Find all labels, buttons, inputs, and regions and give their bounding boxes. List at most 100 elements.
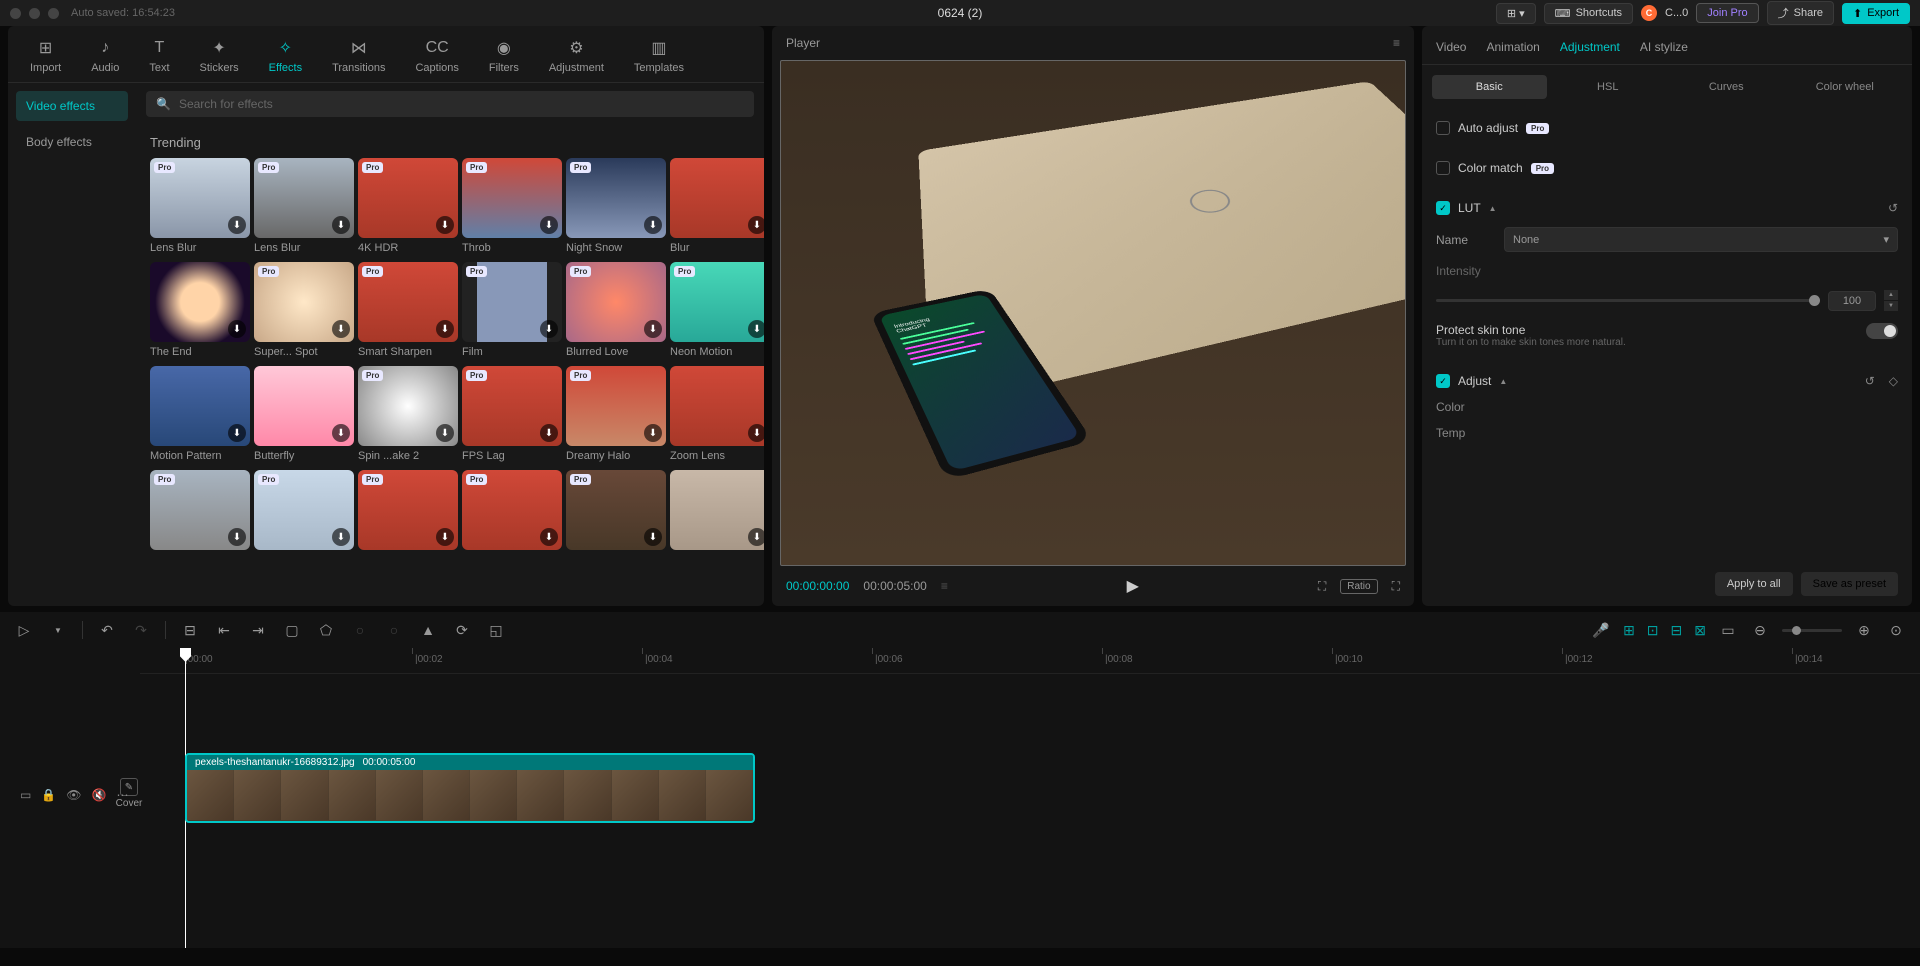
effect-item[interactable]: Pro⬇Film — [462, 262, 562, 358]
effect-item[interactable]: Pro⬇ — [462, 470, 562, 554]
intensity-value[interactable]: 100 — [1828, 291, 1876, 311]
effect-item[interactable]: Pro⬇Lens Blur — [254, 158, 354, 254]
tab-templates[interactable]: ▥Templates — [622, 34, 696, 82]
fullscreen-icon[interactable]: ⛶ — [1392, 579, 1400, 594]
tab-transitions[interactable]: ⋈Transitions — [320, 34, 397, 82]
effect-item[interactable]: ⬇Motion Pattern — [150, 366, 250, 462]
download-icon[interactable]: ⬇ — [748, 216, 764, 234]
tl-more-icon[interactable]: ⋯ — [116, 788, 128, 802]
effect-item[interactable]: Pro⬇ — [254, 470, 354, 554]
sub-tab-hsl[interactable]: HSL — [1551, 75, 1666, 99]
download-icon[interactable]: ⬇ — [332, 320, 350, 338]
fit-icon[interactable]: ⊙ — [1886, 622, 1906, 639]
delete-tool[interactable]: ▢ — [282, 622, 302, 639]
preview-icon[interactable]: ▭ — [1718, 622, 1738, 639]
player-viewport[interactable]: IntroducingChatGPT — [780, 60, 1406, 566]
download-icon[interactable]: ⬇ — [332, 216, 350, 234]
layout-button[interactable]: ⊞ ▾ — [1496, 3, 1536, 24]
selection-dropdown[interactable]: ▼ — [48, 626, 68, 635]
zoom-out-icon[interactable]: ⊖ — [1750, 622, 1770, 639]
selection-tool[interactable]: ▷ — [14, 622, 34, 639]
effect-item[interactable]: Pro⬇FPS Lag — [462, 366, 562, 462]
download-icon[interactable]: ⬇ — [644, 424, 662, 442]
sub-tab-basic[interactable]: Basic — [1432, 75, 1547, 99]
effect-item[interactable]: ⬇ — [670, 470, 764, 554]
shortcuts-button[interactable]: ⌨ Shortcuts — [1544, 3, 1633, 24]
sidebar-item-video-effects[interactable]: Video effects — [16, 91, 128, 121]
intensity-stepper[interactable]: ▲▼ — [1884, 290, 1898, 311]
tab-text[interactable]: TText — [137, 34, 181, 82]
download-icon[interactable]: ⬇ — [228, 216, 246, 234]
auto-adjust-row[interactable]: Auto adjust Pro — [1436, 115, 1898, 141]
download-icon[interactable]: ⬇ — [644, 320, 662, 338]
snap-icon-3[interactable]: ⊟ — [1671, 622, 1683, 639]
save-preset-button[interactable]: Save as preset — [1801, 572, 1898, 596]
download-icon[interactable]: ⬇ — [748, 320, 764, 338]
download-icon[interactable]: ⬇ — [332, 424, 350, 442]
inspector-tab-animation[interactable]: Animation — [1486, 36, 1539, 64]
effect-item[interactable]: Pro⬇Super... Spot — [254, 262, 354, 358]
tab-stickers[interactable]: ✦Stickers — [188, 34, 251, 82]
effect-item[interactable]: Pro⬇ — [358, 470, 458, 554]
download-icon[interactable]: ⬇ — [644, 528, 662, 546]
adjust-header[interactable]: ✓ Adjust ▲ ↺ ◇ — [1436, 368, 1898, 394]
tab-audio[interactable]: ♪Audio — [79, 34, 131, 82]
effect-item[interactable]: Pro⬇4K HDR — [358, 158, 458, 254]
effect-item[interactable]: ⬇Butterfly — [254, 366, 354, 462]
protect-toggle[interactable] — [1866, 323, 1898, 339]
download-icon[interactable]: ⬇ — [228, 424, 246, 442]
search-input[interactable]: 🔍 Search for effects — [146, 91, 754, 117]
tab-adjustment[interactable]: ⚙Adjustment — [537, 34, 616, 82]
download-icon[interactable]: ⬇ — [436, 320, 454, 338]
tab-effects[interactable]: ✧Effects — [257, 34, 314, 82]
rotate-tool[interactable]: ⟳ — [452, 622, 472, 639]
redo-button[interactable]: ↷ — [131, 622, 151, 639]
sub-tab-color-wheel[interactable]: Color wheel — [1788, 75, 1903, 99]
mirror-tool[interactable]: ▲ — [418, 622, 438, 638]
tab-import[interactable]: ⊞Import — [18, 34, 73, 82]
marker-tool[interactable]: ⬠ — [316, 622, 336, 639]
ratio-button[interactable]: Ratio — [1340, 579, 1377, 594]
sub-tab-curves[interactable]: Curves — [1669, 75, 1784, 99]
tl-lock2-icon[interactable]: 🔒 — [41, 788, 56, 802]
download-icon[interactable]: ⬇ — [540, 424, 558, 442]
lut-checkbox[interactable]: ✓ — [1436, 201, 1450, 215]
sidebar-item-body-effects[interactable]: Body effects — [16, 127, 128, 157]
lut-header[interactable]: ✓ LUT ▲ ↺ — [1436, 195, 1898, 221]
reset-icon[interactable]: ↺ — [1865, 374, 1875, 388]
zoom-in-icon[interactable]: ⊕ — [1854, 622, 1874, 639]
download-icon[interactable]: ⬇ — [540, 320, 558, 338]
tl-lock-icon[interactable]: ▭ — [20, 788, 31, 802]
tab-filters[interactable]: ◉Filters — [477, 34, 531, 82]
snap-icon-1[interactable]: ⊞ — [1623, 622, 1635, 639]
snap-icon-2[interactable]: ⊡ — [1647, 622, 1659, 639]
inspector-tab-video[interactable]: Video — [1436, 36, 1466, 64]
download-icon[interactable]: ⬇ — [228, 320, 246, 338]
player-menu-icon[interactable]: ≡ — [1393, 36, 1400, 50]
effect-item[interactable]: Pro⬇Night Snow — [566, 158, 666, 254]
effect-item[interactable]: Pro⬇Smart Sharpen — [358, 262, 458, 358]
timeline-clip[interactable]: pexels-theshantanukr-16689312.jpg 00:00:… — [185, 753, 755, 823]
color-match-row[interactable]: Color match Pro — [1436, 155, 1898, 181]
play-button[interactable]: ▶ — [1127, 576, 1139, 596]
auto-adjust-checkbox[interactable] — [1436, 121, 1450, 135]
effect-item[interactable]: Pro⬇Blurred Love — [566, 262, 666, 358]
adjust-checkbox[interactable]: ✓ — [1436, 374, 1450, 388]
join-pro-button[interactable]: Join Pro — [1696, 3, 1758, 23]
levels-icon[interactable]: ≡ — [941, 579, 948, 593]
download-icon[interactable]: ⬇ — [540, 528, 558, 546]
inspector-tab-adjustment[interactable]: Adjustment — [1560, 36, 1620, 64]
export-button[interactable]: ⬆ Export — [1842, 3, 1910, 24]
timeline[interactable]: ▭ 🔒 👁 🔇 ⋯ ✎ Cover |00:00|00:02|00:04|00:… — [0, 648, 1920, 948]
effect-item[interactable]: Pro⬇Dreamy Halo — [566, 366, 666, 462]
crop-tool[interactable]: ◱ — [486, 622, 506, 639]
effect-item[interactable]: Pro⬇Throb — [462, 158, 562, 254]
reset-icon[interactable]: ↺ — [1888, 201, 1898, 215]
effect-item[interactable]: ⬇Zoom Lens — [670, 366, 764, 462]
intensity-slider[interactable] — [1436, 299, 1820, 302]
trim-right-tool[interactable]: ⇥ — [248, 622, 268, 639]
inspector-tab-ai-stylize[interactable]: AI stylize — [1640, 36, 1688, 64]
scan-icon[interactable]: ⛶ — [1318, 579, 1326, 594]
zoom-slider[interactable] — [1782, 629, 1842, 632]
undo-button[interactable]: ↶ — [97, 622, 117, 639]
